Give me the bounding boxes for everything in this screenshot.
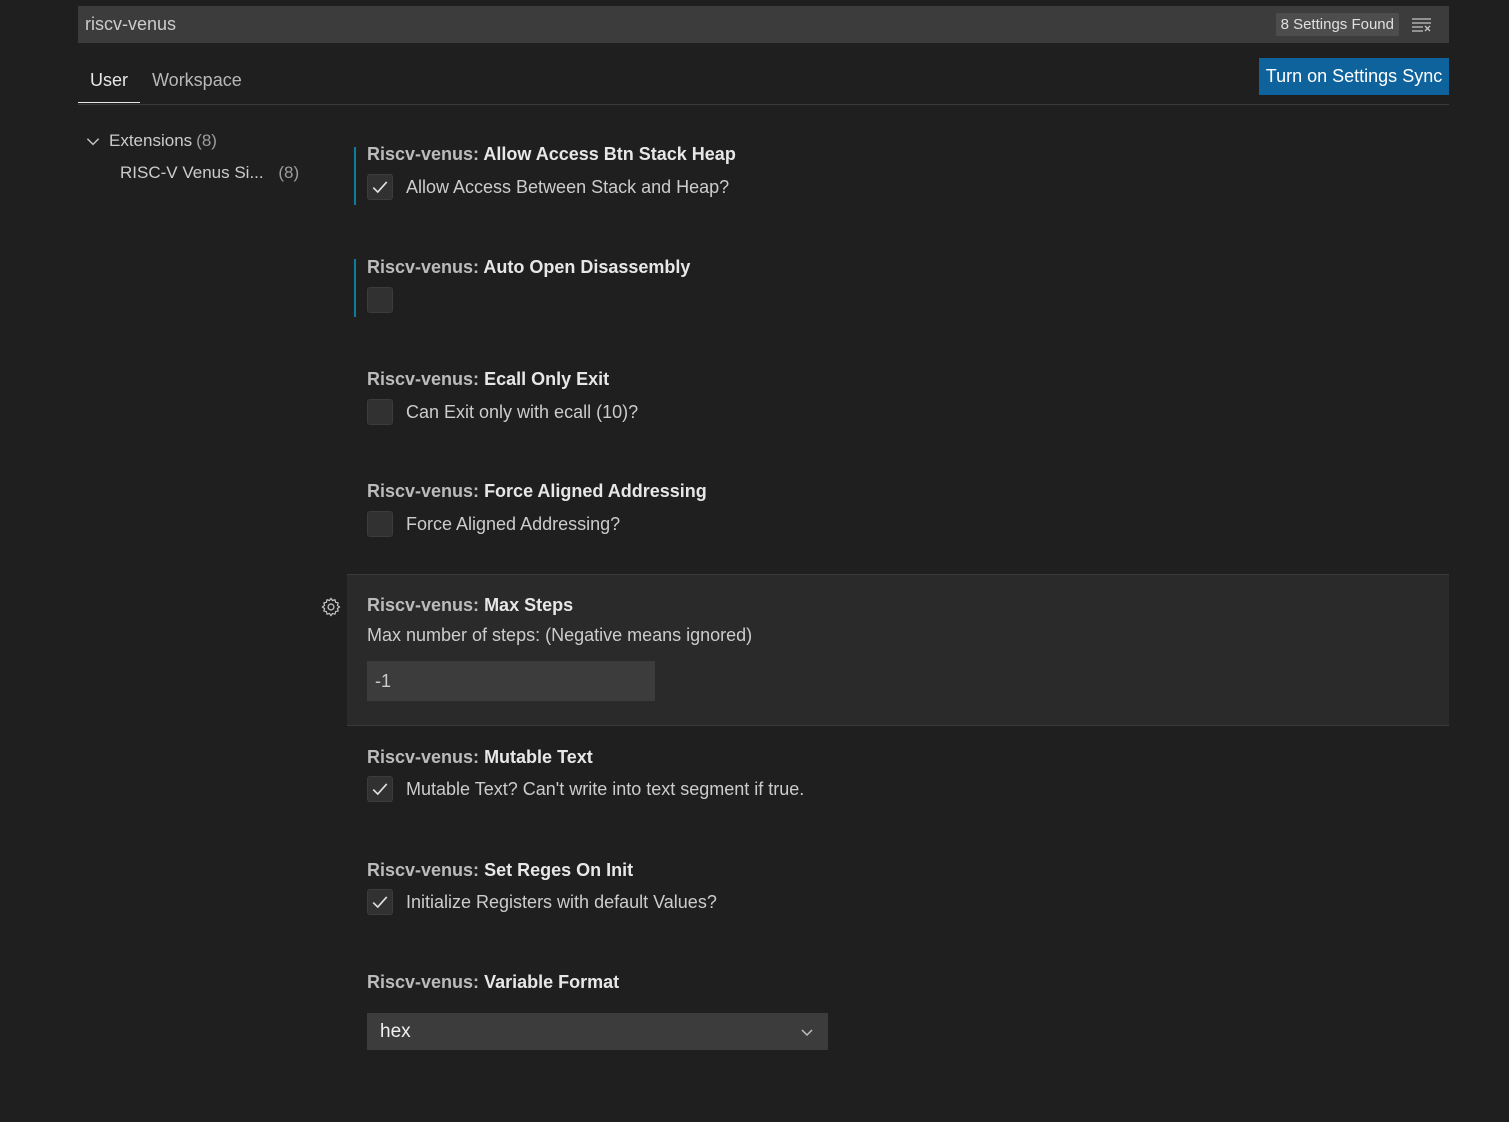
setting-title: Riscv-venus: Variable Format <box>367 972 619 993</box>
toc-item-label: RISC-V Venus Si... <box>120 163 264 182</box>
settings-search-bar: 8 Settings Found <box>78 6 1449 43</box>
setting-description: Can Exit only with ecall (10)? <box>406 401 639 422</box>
tabs-divider <box>78 104 1449 105</box>
setting-category: Riscv-venus: <box>367 144 480 164</box>
setting-description: Max number of steps: (Negative means ign… <box>367 625 753 645</box>
settings-scope-tabs: User Workspace <box>78 60 254 103</box>
setting-category: Riscv-venus: <box>367 369 480 389</box>
toc-group-extensions[interactable]: Extensions (8) <box>84 131 217 151</box>
max-steps-input[interactable] <box>367 661 655 701</box>
checkbox-row <box>367 287 393 313</box>
turn-on-settings-sync-button[interactable]: Turn on Settings Sync <box>1259 58 1449 95</box>
settings-count-badge: 8 Settings Found <box>1275 13 1399 36</box>
setting-force-aligned-addressing: Riscv-venus: Force Aligned Addressing Fo… <box>347 467 1449 567</box>
clear-filter-icon <box>1412 17 1431 32</box>
checkbox-row: Initialize Registers with default Values… <box>367 889 717 915</box>
setting-title: Riscv-venus: Max Steps <box>367 595 573 616</box>
setting-name: Allow Access Btn Stack Heap <box>483 144 736 164</box>
setting-name: Force Aligned Addressing <box>484 481 707 501</box>
gear-icon[interactable] <box>320 596 342 618</box>
setting-category: Riscv-venus: <box>367 595 480 615</box>
toc-item-count: (8) <box>278 163 300 182</box>
setting-name: Auto Open Disassembly <box>483 257 691 277</box>
setting-checkbox[interactable] <box>367 287 393 313</box>
setting-checkbox[interactable] <box>367 776 393 802</box>
clear-filter-button[interactable] <box>1407 10 1437 40</box>
setting-category: Riscv-venus: <box>367 860 480 880</box>
checkmark-icon <box>372 181 388 194</box>
checkbox-row: Mutable Text? Can't write into text segm… <box>367 776 804 802</box>
chevron-down-icon <box>86 138 100 146</box>
setting-description: Initialize Registers with default Values… <box>406 891 717 912</box>
setting-allow-access-btn-stack-heap: Riscv-venus: Allow Access Btn Stack Heap… <box>347 130 1449 230</box>
setting-name: Variable Format <box>484 972 620 992</box>
setting-category: Riscv-venus: <box>367 481 480 501</box>
select-value: hex <box>380 1020 411 1042</box>
setting-auto-open-disassembly: Riscv-venus: Auto Open Disassembly <box>347 243 1449 343</box>
setting-variable-format: Riscv-venus: Variable Format hex <box>347 958 1449 1068</box>
setting-title: Riscv-venus: Auto Open Disassembly <box>367 257 690 278</box>
setting-ecall-only-exit: Riscv-venus: Ecall Only Exit Can Exit on… <box>347 355 1449 455</box>
chevron-down-icon <box>801 1029 813 1036</box>
setting-name: Max Steps <box>484 595 574 615</box>
setting-title: Riscv-venus: Ecall Only Exit <box>367 369 609 390</box>
toc-item-risc-v-venus[interactable]: RISC-V Venus Si... (8) <box>120 163 299 183</box>
checkbox-row: Can Exit only with ecall (10)? <box>367 399 638 425</box>
setting-name: Set Reges On Init <box>484 860 634 880</box>
setting-checkbox[interactable] <box>367 174 393 200</box>
setting-title: Riscv-venus: Mutable Text <box>367 747 593 768</box>
setting-checkbox[interactable] <box>367 511 393 537</box>
setting-title: Riscv-venus: Set Reges On Init <box>367 860 633 881</box>
checkbox-row: Force Aligned Addressing? <box>367 511 620 537</box>
setting-mutable-text: Riscv-venus: Mutable Text Mutable Text? … <box>347 733 1449 833</box>
setting-description: Force Aligned Addressing? <box>406 513 621 534</box>
setting-description: Mutable Text? Can't write into text segm… <box>406 778 805 799</box>
setting-category: Riscv-venus: <box>367 257 480 277</box>
setting-name: Ecall Only Exit <box>484 369 610 389</box>
setting-category: Riscv-venus: <box>367 747 480 767</box>
modified-indicator <box>354 259 356 317</box>
setting-max-steps: Riscv-venus: Max Steps Max number of ste… <box>347 574 1449 726</box>
checkbox-row: Allow Access Between Stack and Heap? <box>367 174 729 200</box>
variable-format-select[interactable]: hex <box>367 1013 828 1050</box>
setting-description: Allow Access Between Stack and Heap? <box>406 176 730 197</box>
setting-name: Mutable Text <box>484 747 593 767</box>
setting-set-reges-on-init: Riscv-venus: Set Reges On Init Initializ… <box>347 846 1449 946</box>
modified-indicator <box>354 147 356 205</box>
tab-user[interactable]: User <box>78 60 141 103</box>
tab-workspace[interactable]: Workspace <box>140 60 254 103</box>
settings-search-input[interactable] <box>78 6 1276 43</box>
setting-title: Riscv-venus: Allow Access Btn Stack Heap <box>367 144 736 165</box>
setting-checkbox[interactable] <box>367 399 393 425</box>
toc-group-count: (8) <box>196 131 217 150</box>
setting-checkbox[interactable] <box>367 889 393 915</box>
setting-title: Riscv-venus: Force Aligned Addressing <box>367 481 707 502</box>
setting-category: Riscv-venus: <box>367 972 480 992</box>
checkmark-icon <box>372 896 388 909</box>
checkmark-icon <box>372 783 388 796</box>
toc-group-label: Extensions <box>109 131 193 150</box>
